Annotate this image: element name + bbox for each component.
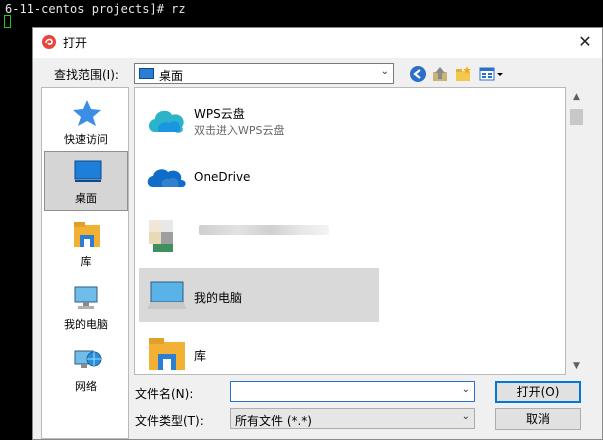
dialog-title: 打开 — [63, 36, 88, 50]
place-library[interactable]: 库 — [44, 215, 128, 275]
up-folder-icon[interactable] — [431, 65, 449, 83]
file-name: 库 — [194, 349, 207, 363]
computer-icon — [74, 286, 98, 309]
file-list-scrollbar[interactable]: ▲ ▼ — [568, 87, 585, 375]
place-label: 快速访问 — [64, 133, 108, 146]
chevron-down-icon: ⌄ — [380, 66, 389, 77]
look-in-label: 查找范围(I): — [54, 68, 119, 82]
close-icon: ✕ — [578, 32, 592, 51]
filetype-label: 文件类型(T): — [135, 414, 204, 428]
file-item-onedrive[interactable]: OneDrive — [139, 149, 379, 204]
library-icon — [149, 338, 185, 370]
wps-cloud-icon — [149, 110, 184, 133]
close-button[interactable]: ✕ — [568, 28, 602, 58]
computer-icon — [147, 281, 187, 309]
places-bar: 快速访问 桌面 库 我的电脑 网络 — [41, 87, 129, 439]
open-button[interactable]: 打开(O) — [495, 381, 581, 403]
place-label: 库 — [80, 255, 92, 268]
filetype-value: 所有文件 (*.*) — [235, 414, 312, 428]
look-in-value: 桌面 — [159, 69, 184, 83]
place-desktop[interactable]: 桌面 — [44, 151, 128, 211]
file-list: WPS云盘 双击进入WPS云盘 OneDrive 我的电脑 库 — [134, 87, 566, 375]
scroll-thumb[interactable] — [570, 109, 583, 125]
place-network[interactable]: 网络 — [44, 340, 128, 400]
scroll-down-icon[interactable]: ▼ — [568, 361, 585, 371]
filename-label: 文件名(N): — [135, 387, 194, 401]
file-item-library[interactable]: 库 — [139, 326, 379, 374]
file-name: OneDrive — [194, 170, 251, 184]
desktop-icon — [74, 160, 102, 182]
desktop-icon — [139, 68, 154, 79]
place-label: 桌面 — [75, 192, 97, 205]
chevron-down-icon[interactable]: ⌄ — [462, 384, 470, 395]
file-name: WPS云盘 — [194, 107, 245, 121]
network-icon — [74, 350, 102, 368]
file-item-wps-cloud[interactable]: WPS云盘 双击进入WPS云盘 — [139, 92, 379, 147]
place-quick-access[interactable]: 快速访问 — [44, 93, 128, 153]
title-bar: 打开 ✕ — [33, 28, 602, 58]
filename-input[interactable] — [233, 383, 453, 400]
file-item-my-computer[interactable]: 我的电脑 — [139, 268, 379, 322]
onedrive-icon — [147, 169, 186, 187]
back-icon[interactable] — [409, 65, 427, 83]
scroll-up-icon[interactable]: ▲ — [568, 92, 585, 102]
view-menu-icon[interactable] — [479, 65, 505, 83]
chevron-down-icon: ⌄ — [461, 411, 470, 422]
app-swirl-icon — [42, 35, 56, 49]
filename-combobox[interactable]: ⌄ — [230, 381, 475, 402]
file-item-blurred[interactable] — [139, 208, 379, 263]
place-label: 我的电脑 — [64, 318, 108, 331]
terminal-cursor — [4, 15, 11, 28]
file-subtitle: 双击进入WPS云盘 — [194, 124, 285, 137]
star-icon — [73, 100, 101, 126]
place-my-computer[interactable]: 我的电脑 — [44, 278, 128, 338]
blurred-file-name — [199, 225, 329, 235]
cancel-button[interactable]: 取消 — [495, 408, 581, 430]
look-in-dropdown[interactable]: 桌面 ⌄ — [134, 63, 394, 84]
filetype-dropdown[interactable]: 所有文件 (*.*) ⌄ — [230, 408, 475, 429]
open-file-dialog: 打开 ✕ 查找范围(I): 桌面 ⌄ 快速访问 桌面 库 我的电脑 网络 WPS… — [32, 27, 603, 440]
blurred-icon — [149, 220, 173, 252]
terminal-background: 6-11-centos projects]# rz — [0, 0, 603, 30]
library-icon — [74, 222, 100, 247]
new-folder-icon[interactable] — [454, 65, 472, 83]
terminal-prompt: 6-11-centos projects]# rz — [5, 2, 186, 16]
file-name: 我的电脑 — [194, 291, 243, 305]
place-label: 网络 — [75, 380, 97, 393]
